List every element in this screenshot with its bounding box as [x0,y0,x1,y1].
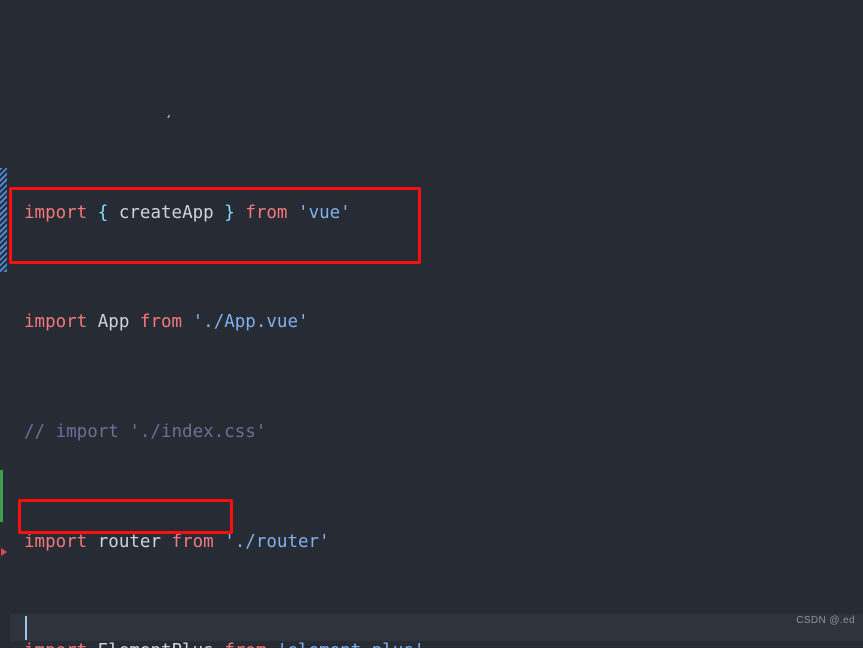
code-line[interactable]: import { createApp } from 'vue' [0,200,863,227]
code-editor[interactable]: / import { createApp } from 'vue' import… [0,0,863,648]
code-line-comment[interactable]: // import './index.css' [0,419,863,446]
code-line[interactable]: import ElementPlus from 'element-plus' [0,638,863,648]
csdn-watermark: CSDN @.ed [796,614,855,626]
code-line[interactable]: import router from './router' [0,529,863,556]
code-line[interactable]: import App from './App.vue' [0,309,863,336]
code-content[interactable]: / import { createApp } from 'vue' import… [0,0,863,648]
code-line[interactable]: / [0,110,863,118]
